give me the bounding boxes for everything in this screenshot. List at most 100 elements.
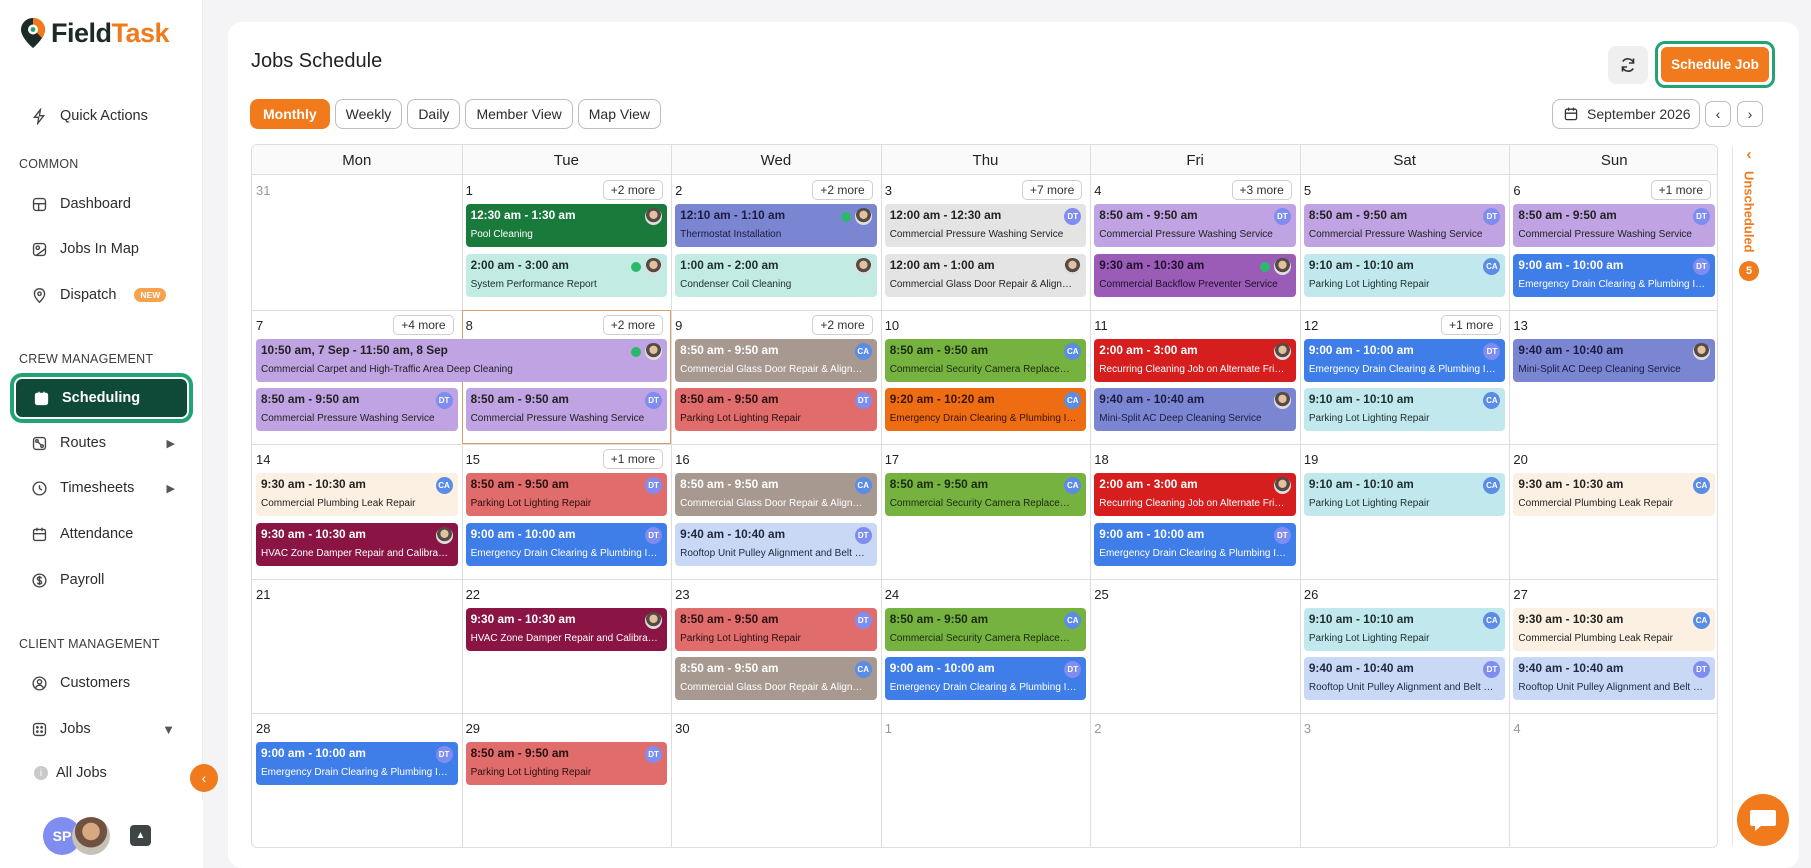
day-number[interactable]: 31: [256, 183, 270, 198]
calendar-event[interactable]: 9:00 am - 10:00 am Emergency Drain Cleari…: [1094, 522, 1296, 566]
calendar-event[interactable]: 8:50 am - 9:50 am Parking Lot Lighting Re…: [675, 388, 877, 432]
nav-jobs[interactable]: Jobs ▼: [14, 709, 189, 749]
calendar-event[interactable]: 9:30 am - 10:30 am Commercial Plumbing Le…: [1513, 607, 1715, 651]
day-number[interactable]: 11: [1094, 318, 1108, 333]
day-number[interactable]: 3: [1304, 721, 1311, 736]
calendar-event[interactable]: 8:50 am - 9:50 am Commercial Glass Door R…: [675, 338, 877, 382]
more-events-button[interactable]: +2 more: [602, 314, 664, 335]
day-number[interactable]: 5: [1304, 183, 1311, 198]
chevron-up-icon[interactable]: ▲: [130, 825, 151, 846]
nav-scheduling[interactable]: Scheduling: [14, 377, 189, 419]
day-number[interactable]: 18: [1094, 452, 1108, 467]
calendar-event[interactable]: 9:40 am - 10:40 am Mini-Split AC Deep Cle…: [1094, 388, 1296, 432]
more-events-button[interactable]: +4 more: [393, 314, 454, 335]
calendar-event[interactable]: 8:50 am - 9:50 am Commercial Pressure Was…: [465, 388, 668, 432]
nav-dispatch[interactable]: Dispatch NEW: [14, 275, 189, 315]
day-number[interactable]: 17: [885, 452, 899, 467]
calendar-event[interactable]: 9:30 am - 10:30 am HVAC Zone Damper Repai…: [256, 522, 458, 566]
calendar-event[interactable]: 12:10 am - 1:10 am Thermostat Installatio…: [675, 204, 877, 247]
nav-customers[interactable]: Customers: [14, 663, 189, 703]
calendar-event[interactable]: 9:40 am - 10:40 am Mini-Split AC Deep Cle…: [1513, 338, 1715, 382]
day-number[interactable]: 6: [1513, 183, 1520, 198]
day-number[interactable]: 24: [885, 587, 899, 602]
day-number[interactable]: 7: [256, 318, 263, 333]
view-weekly-button[interactable]: Weekly: [334, 99, 403, 129]
calendar-event[interactable]: 8:50 am - 9:50 am Commercial Pressure Was…: [256, 388, 458, 432]
view-map-button[interactable]: Map View: [577, 99, 661, 129]
calendar-event[interactable]: 9:30 am - 10:30 am Commercial Backflow Pr…: [1094, 253, 1296, 297]
nav-payroll[interactable]: Payroll: [14, 560, 189, 600]
unscheduled-panel-toggle[interactable]: ‹ Unscheduled 5: [1734, 146, 1764, 301]
day-number[interactable]: 29: [466, 721, 480, 736]
day-number[interactable]: 9: [675, 318, 682, 333]
calendar-event[interactable]: 12:00 am - 1:00 am Commercial Glass Door …: [884, 253, 1087, 297]
calendar-event[interactable]: 9:10 am - 10:10 am Parking Lot Lighting R…: [1303, 388, 1506, 432]
calendar-event[interactable]: 8:50 am - 9:50 am Parking Lot Lighting Re…: [675, 607, 877, 651]
calendar-event[interactable]: 9:30 am - 10:30 am Commercial Plumbing Le…: [256, 473, 458, 517]
day-number[interactable]: 13: [1513, 318, 1527, 333]
app-logo[interactable]: FieldTask: [20, 16, 170, 50]
day-number[interactable]: 3: [885, 183, 892, 198]
calendar-event[interactable]: 8:50 am - 9:50 am Commercial Security Cam…: [884, 473, 1087, 517]
more-events-button[interactable]: +2 more: [602, 180, 664, 200]
calendar-event[interactable]: 8:50 am - 9:50 am Commercial Pressure Was…: [1513, 204, 1715, 247]
nav-attendance[interactable]: Attendance: [14, 514, 189, 554]
day-number[interactable]: 15: [466, 452, 480, 467]
more-events-button[interactable]: +1 more: [1650, 180, 1711, 200]
day-number[interactable]: 21: [256, 587, 270, 602]
next-month-button[interactable]: ›: [1737, 101, 1763, 127]
chat-button[interactable]: [1737, 794, 1789, 846]
day-number[interactable]: 10: [885, 318, 899, 333]
calendar-event[interactable]: 2:00 am - 3:00 am Recurring Cleaning Job …: [1094, 338, 1296, 382]
day-number[interactable]: 1: [885, 721, 892, 736]
refresh-button[interactable]: [1608, 46, 1648, 84]
day-number[interactable]: 22: [466, 587, 480, 602]
nav-all-jobs[interactable]: i All Jobs: [34, 765, 107, 781]
calendar-event[interactable]: 8:50 am - 9:50 am Commercial Glass Door R…: [675, 657, 877, 701]
day-number[interactable]: 4: [1513, 721, 1520, 736]
calendar-event[interactable]: 8:50 am - 9:50 am Parking Lot Lighting Re…: [465, 473, 668, 517]
day-number[interactable]: 20: [1513, 452, 1527, 467]
calendar-event[interactable]: 9:40 am - 10:40 am Rooftop Unit Pulley Al…: [1513, 657, 1715, 701]
calendar-event[interactable]: 12:00 am - 12:30 am Commercial Pressure W…: [884, 204, 1087, 247]
more-events-button[interactable]: +2 more: [812, 180, 873, 200]
nav-routes[interactable]: Routes ▶: [14, 423, 189, 463]
calendar-event[interactable]: 9:00 am - 10:00 am Emergency Drain Cleari…: [1513, 253, 1715, 297]
collapse-sidebar-button[interactable]: ‹: [190, 764, 218, 792]
user-photo-avatar[interactable]: [72, 817, 110, 855]
calendar-event[interactable]: 8:50 am - 9:50 am Parking Lot Lighting Re…: [465, 742, 668, 786]
day-number[interactable]: 27: [1513, 587, 1527, 602]
calendar-event[interactable]: 9:40 am - 10:40 am Rooftop Unit Pulley Al…: [675, 522, 877, 566]
calendar-event[interactable]: 8:50 am - 9:50 am Commercial Pressure Was…: [1094, 204, 1296, 247]
calendar-event[interactable]: 8:50 am - 9:50 am Commercial Security Cam…: [884, 607, 1087, 651]
day-number[interactable]: 16: [675, 452, 689, 467]
calendar-event[interactable]: 9:30 am - 10:30 am Commercial Plumbing Le…: [1513, 473, 1715, 517]
calendar-event[interactable]: 9:00 am - 10:00 am Emergency Drain Cleari…: [1303, 338, 1506, 382]
day-number[interactable]: 28: [256, 721, 270, 736]
view-daily-button[interactable]: Daily: [407, 99, 461, 129]
more-events-button[interactable]: +1 more: [602, 449, 664, 470]
calendar-event[interactable]: 9:30 am - 10:30 am HVAC Zone Damper Repai…: [465, 607, 668, 651]
day-number[interactable]: 25: [1094, 587, 1108, 602]
more-events-button[interactable]: +2 more: [812, 314, 873, 335]
calendar-event[interactable]: 2:00 am - 3:00 am System Performance Repo…: [465, 253, 668, 297]
more-events-button[interactable]: +3 more: [1231, 180, 1292, 200]
day-number[interactable]: 23: [675, 587, 689, 602]
more-events-button[interactable]: +1 more: [1441, 314, 1502, 335]
calendar-event[interactable]: 8:50 am - 9:50 am Commercial Security Cam…: [884, 338, 1087, 382]
day-number[interactable]: 1: [466, 183, 473, 198]
calendar-event[interactable]: 9:00 am - 10:00 am Emergency Drain Cleari…: [884, 657, 1087, 701]
calendar-event[interactable]: 8:50 am - 9:50 am Commercial Pressure Was…: [1303, 204, 1506, 247]
day-number[interactable]: 19: [1304, 452, 1318, 467]
view-monthly-button[interactable]: Monthly: [250, 99, 330, 129]
calendar-event[interactable]: 9:00 am - 10:00 am Emergency Drain Cleari…: [256, 742, 458, 786]
day-number[interactable]: 14: [256, 452, 270, 467]
calendar-event[interactable]: 9:00 am - 10:00 am Emergency Drain Cleari…: [465, 522, 668, 566]
nav-timesheets[interactable]: Timesheets ▶: [14, 468, 189, 508]
day-number[interactable]: 12: [1304, 318, 1318, 333]
day-number[interactable]: 30: [675, 721, 689, 736]
day-number[interactable]: 8: [466, 318, 473, 333]
day-number[interactable]: 26: [1304, 587, 1318, 602]
view-member-button[interactable]: Member View: [465, 99, 573, 129]
calendar-event[interactable]: 12:30 am - 1:30 am Pool Cleaning: [465, 204, 668, 247]
